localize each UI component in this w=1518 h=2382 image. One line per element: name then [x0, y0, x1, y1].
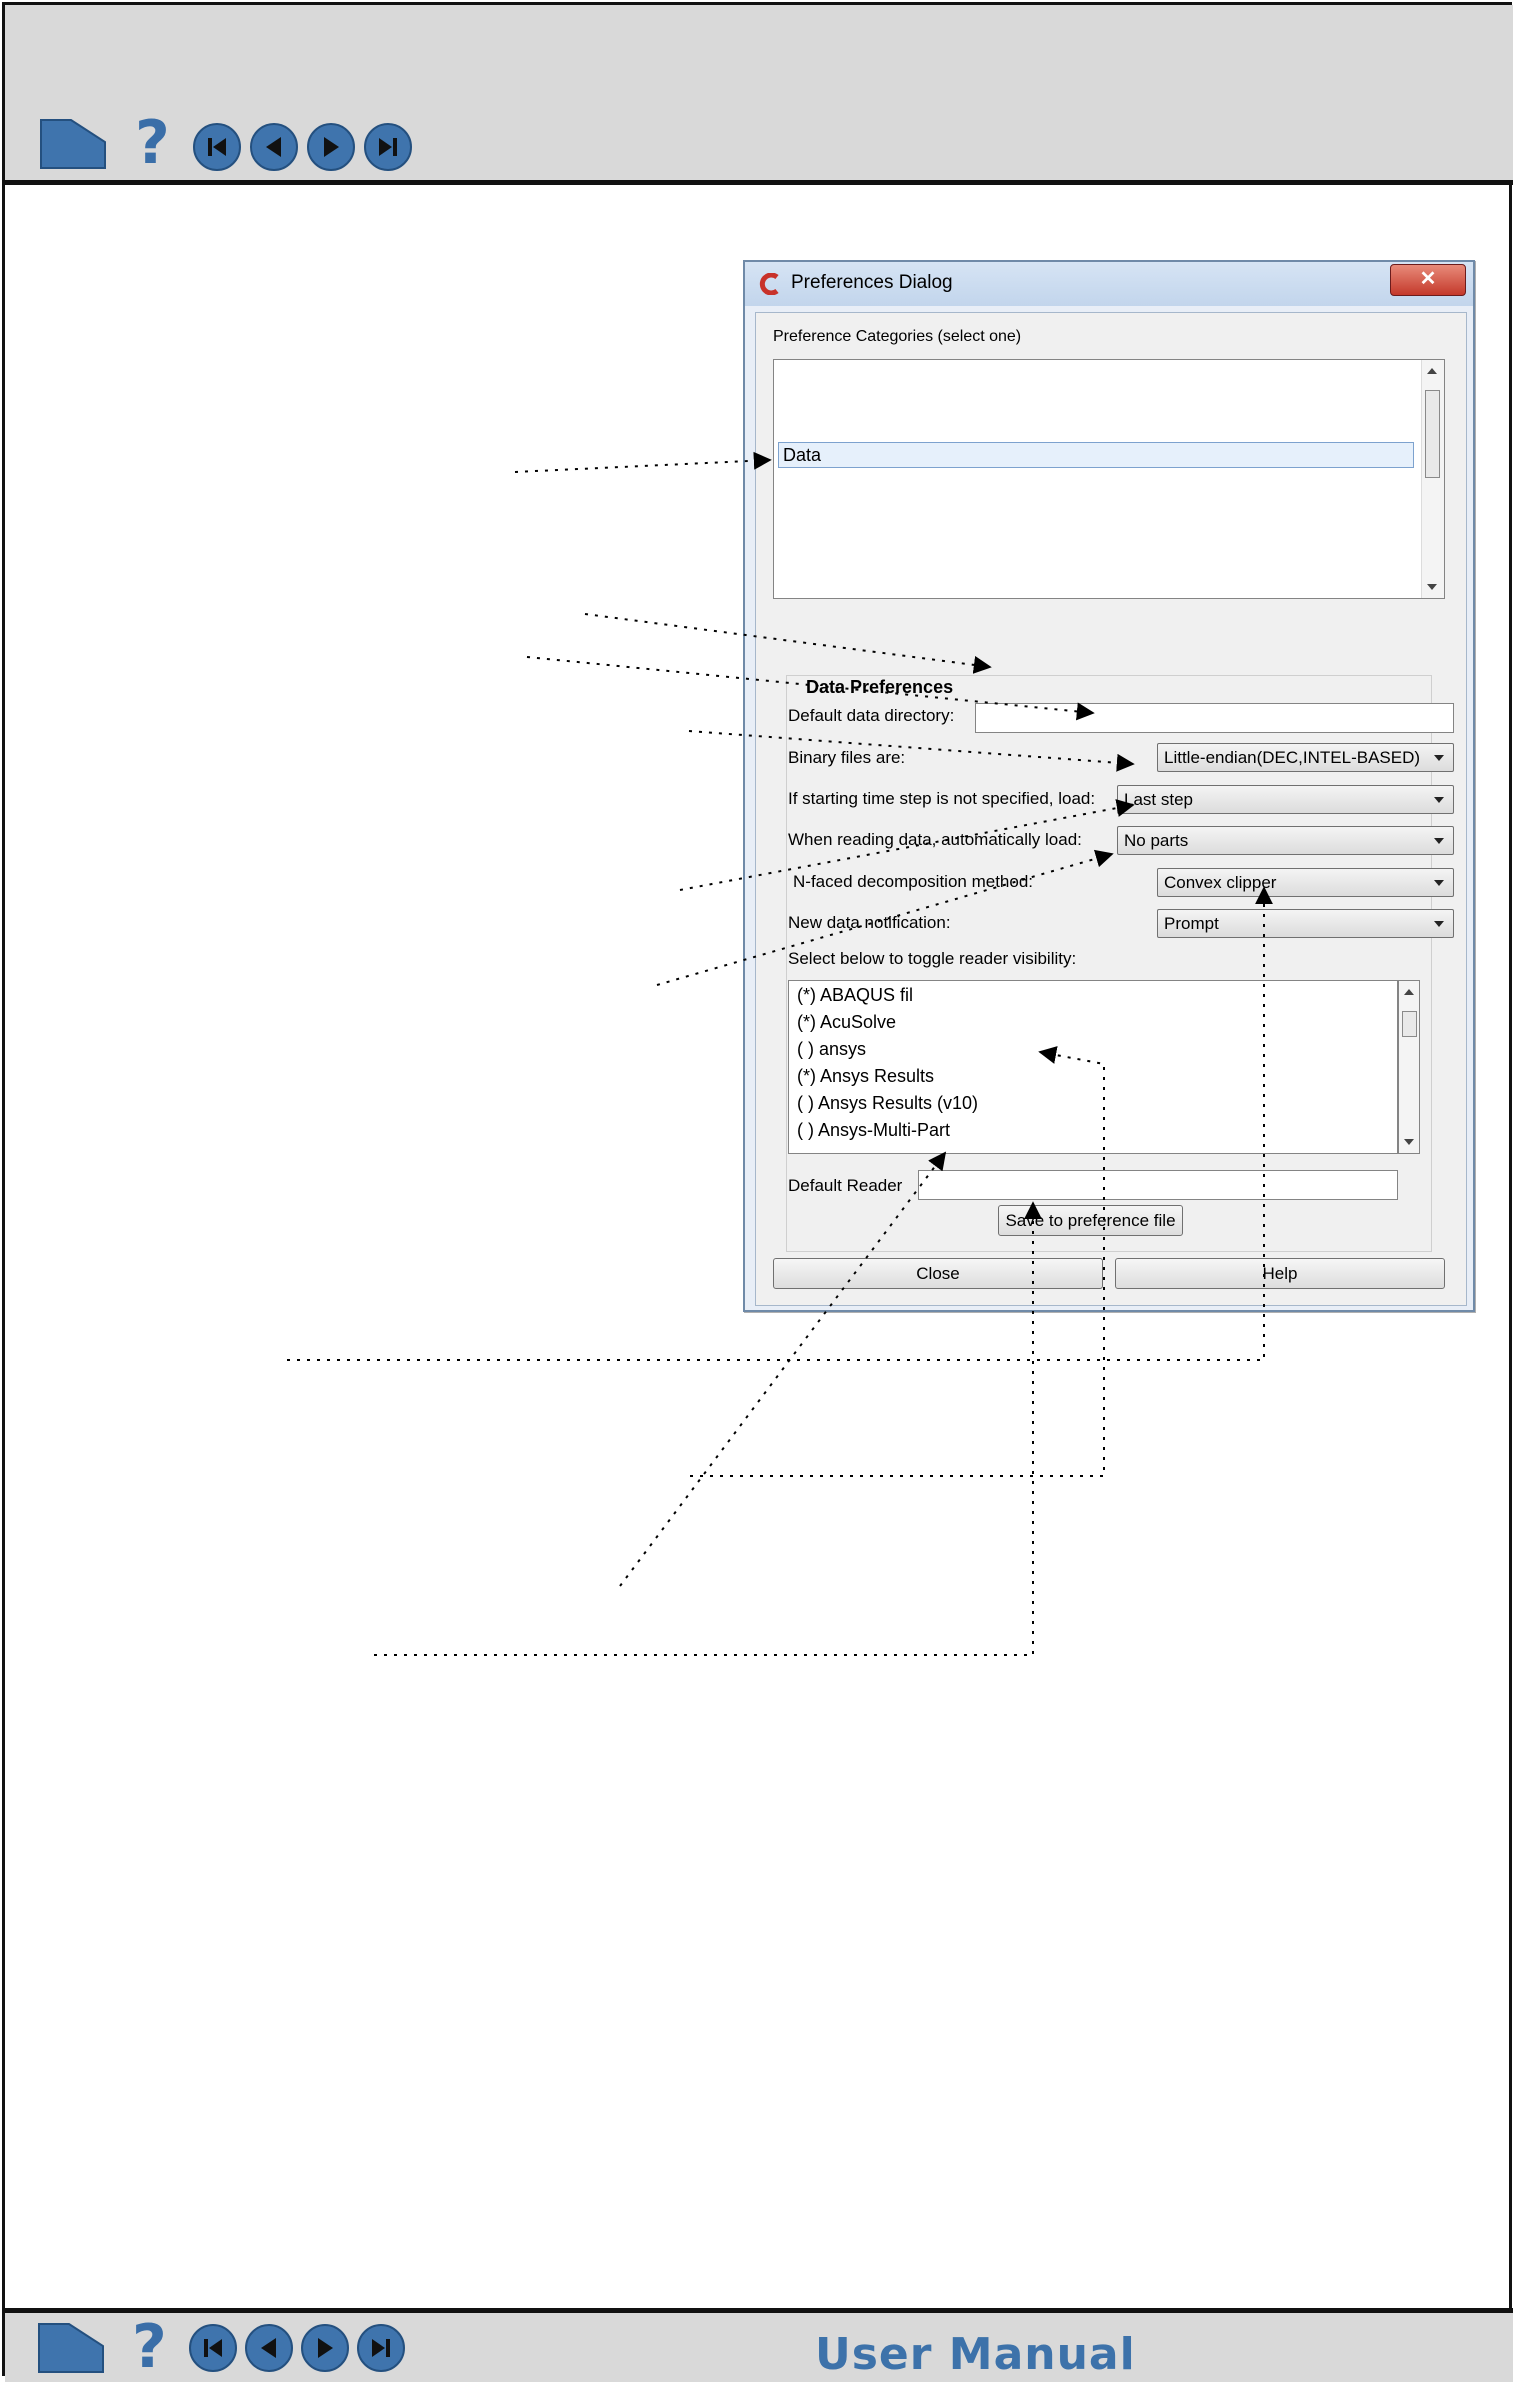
nfaced-value: Convex clipper	[1164, 873, 1277, 892]
reader-item[interactable]: (*) AcuSolve	[797, 1012, 896, 1033]
close-window-button[interactable]: ✕	[1390, 264, 1466, 296]
scroll-down-icon[interactable]	[1427, 584, 1437, 590]
autoload-value: No parts	[1124, 831, 1189, 850]
binary-files-select[interactable]: Little-endian(DEC,INTEL-BASED)	[1157, 743, 1454, 772]
notification-value: Prompt	[1164, 914, 1219, 933]
binary-files-label: Binary files are:	[788, 748, 906, 767]
reader-item[interactable]: (*) ABAQUS fil	[797, 985, 913, 1006]
chevron-down-icon	[1434, 921, 1444, 927]
first-page-icon[interactable]	[189, 2324, 237, 2372]
binary-files-value: Little-endian(DEC,INTEL-BASED)	[1164, 748, 1421, 767]
help-icon[interactable]: ?	[132, 2317, 167, 2377]
scroll-down-icon[interactable]	[1404, 1139, 1414, 1145]
group-title: Data Preferences	[803, 677, 957, 698]
reader-item[interactable]: (*) Ansys Results	[797, 1066, 934, 1087]
categories-label: Preference Categories (select one)	[773, 328, 1022, 345]
readers-scrollbar[interactable]	[1398, 980, 1420, 1154]
dialog-title: Preferences Dialog	[791, 272, 953, 293]
dialog-titlebar[interactable]: Preferences Dialog ✕	[745, 262, 1473, 306]
category-item-data[interactable]: Data	[778, 442, 1414, 468]
nfaced-label: N-faced decomposition method:	[793, 872, 1034, 891]
readers-list[interactable]: (*) ABAQUS fil (*) AcuSolve ( ) ansys (*…	[788, 980, 1398, 1154]
scroll-up-icon[interactable]	[1427, 368, 1437, 374]
readers-label: Select below to toggle reader visibility…	[788, 949, 1077, 968]
chevron-down-icon	[1434, 838, 1444, 844]
default-reader-input[interactable]	[918, 1170, 1398, 1200]
default-dir-label: Default data directory:	[788, 706, 955, 725]
reader-item[interactable]: ( ) Ansys-Multi-Part	[797, 1120, 950, 1141]
previous-page-icon[interactable]	[250, 123, 298, 171]
next-page-icon[interactable]	[301, 2324, 349, 2372]
scroll-thumb[interactable]	[1425, 390, 1440, 478]
top-nav-bar: ?	[5, 5, 1513, 185]
categories-scrollbar[interactable]	[1421, 360, 1444, 598]
data-preferences-group: Data Preferences Default data directory:…	[786, 675, 1454, 1252]
dialog-client-area: Preference Categories (select one) Data …	[755, 312, 1467, 1306]
notification-select[interactable]: Prompt	[1157, 909, 1454, 938]
default-reader-label: Default Reader	[788, 1176, 903, 1195]
manual-title: User Manual	[815, 2329, 1136, 2380]
chevron-down-icon	[1434, 797, 1444, 803]
categories-list[interactable]: Data	[773, 359, 1445, 599]
next-page-icon[interactable]	[307, 123, 355, 171]
previous-page-icon[interactable]	[245, 2324, 293, 2372]
close-button[interactable]: Close	[773, 1258, 1103, 1289]
bottom-nav-bar: ? User Manual	[5, 2308, 1513, 2382]
help-button[interactable]: Help	[1115, 1258, 1445, 1289]
notification-label: New data notification:	[788, 913, 951, 932]
chevron-down-icon	[1434, 755, 1444, 761]
timestep-select[interactable]: Last step	[1117, 785, 1454, 814]
reader-item[interactable]: ( ) Ansys Results (v10)	[797, 1093, 978, 1114]
timestep-label: If starting time step is not specified, …	[788, 789, 1096, 808]
autoload-label: When reading data, automatically load:	[788, 830, 1082, 849]
chevron-down-icon	[1434, 880, 1444, 886]
last-page-icon[interactable]	[364, 123, 412, 171]
scroll-thumb[interactable]	[1402, 1011, 1417, 1037]
timestep-value: Last step	[1124, 790, 1193, 809]
help-icon[interactable]: ?	[135, 113, 170, 173]
autoload-select[interactable]: No parts	[1117, 826, 1454, 855]
home-icon[interactable]	[39, 118, 107, 170]
app-logo-icon	[759, 273, 779, 295]
save-preferences-button[interactable]: Save to preference file	[998, 1205, 1183, 1236]
last-page-icon[interactable]	[357, 2324, 405, 2372]
first-page-icon[interactable]	[193, 123, 241, 171]
nfaced-select[interactable]: Convex clipper	[1157, 868, 1454, 897]
default-dir-input[interactable]	[975, 703, 1454, 733]
scroll-up-icon[interactable]	[1404, 989, 1414, 995]
reader-item[interactable]: ( ) ansys	[797, 1039, 866, 1060]
home-icon[interactable]	[37, 2322, 105, 2374]
preferences-dialog: Preferences Dialog ✕ Preference Categori…	[743, 260, 1475, 1312]
